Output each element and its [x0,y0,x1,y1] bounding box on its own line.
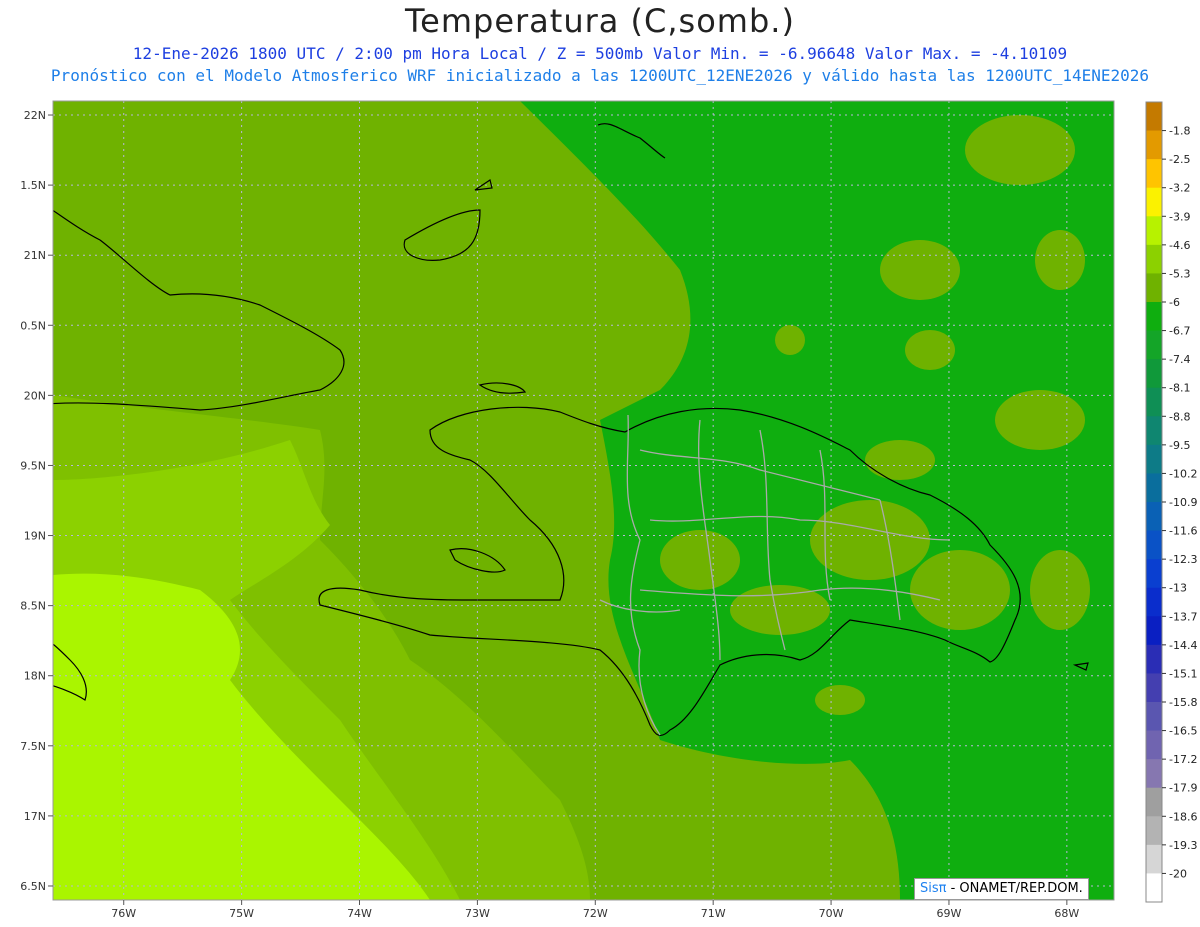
warm-patch [815,685,865,715]
lon-label: 75W [229,907,254,920]
colorbar-swatch [1146,416,1162,446]
warm-patch [965,115,1075,185]
latitude-labels: 22N 1.5N 21N 0.5N 20N 9.5N 19N 8.5N 18N 7.5N 17N 6.… [20,109,53,893]
lat-label: 20N [24,389,46,402]
colorbar-label: -7.4 [1169,353,1190,366]
colorbar-swatch [1146,444,1162,474]
colorbar-label: -10.2 [1169,467,1197,480]
colorbar-swatch [1146,244,1162,274]
lat-label: 9.5N [20,459,46,472]
colorbar-swatch [1146,530,1162,560]
colorbar-label: -6 [1169,296,1180,309]
colorbar-label: -5.3 [1169,267,1190,280]
warm-patch [910,550,1010,630]
lat-label: 22N [24,109,46,122]
colorbar: -1.8 -2.5 -3.2 -3.9 -4.6 -5.3 -6 -6.7 -7.4 -8.1 -8… [1145,101,1197,903]
colorbar-label: -6.7 [1169,325,1190,338]
colorbar-label: -1.8 [1169,125,1190,138]
warm-patch [1030,550,1090,630]
colorbar-swatch [1146,644,1162,674]
colorbar-label: -17.9 [1169,782,1197,795]
colorbar-swatch [1146,730,1162,760]
warm-patch [865,440,935,480]
warm-patch [1035,230,1085,290]
colorbar-swatch [1146,473,1162,503]
colorbar-swatch [1146,616,1162,646]
lon-label: 73W [465,907,490,920]
colorbar-swatch [1146,787,1162,817]
colorbar-swatch [1146,673,1162,703]
lon-label: 74W [347,907,372,920]
colorbar-label: -10.9 [1169,496,1197,509]
colorbar-swatch [1146,387,1162,417]
colorbar-swatch [1146,587,1162,617]
temperature-map: 22N 1.5N 21N 0.5N 20N 9.5N 19N 8.5N 18N 7.5N 17N 6.… [20,100,1197,920]
lat-label: 7.5N [20,740,46,753]
colorbar-label: -18.6 [1169,810,1197,823]
credit-box: Sisπ - ONAMET/REP.DOM. [914,878,1089,900]
colorbar-swatch [1146,159,1162,189]
colorbar-label: -4.6 [1169,239,1190,252]
warm-patch [810,500,930,580]
credit-text: - ONAMET/REP.DOM. [946,881,1083,896]
colorbar-label: -9.5 [1169,439,1190,452]
warm-patch [995,390,1085,450]
lat-label: 8.5N [20,600,46,613]
colorbar-label: -3.9 [1169,210,1190,223]
lat-label: 1.5N [20,179,46,192]
colorbar-label: -8.1 [1169,382,1190,395]
lat-label: 6.5N [20,880,46,893]
colorbar-swatch [1146,302,1162,332]
colorbar-swatch [1146,873,1162,903]
colorbar-swatch [1146,330,1162,360]
colorbar-swatch [1146,187,1162,217]
lat-label: 17N [24,810,46,823]
lat-label: 0.5N [20,319,46,332]
colorbar-swatch [1146,844,1162,874]
colorbar-label: -17.2 [1169,753,1197,766]
colorbar-swatch [1146,559,1162,589]
colorbar-label: -2.5 [1169,153,1190,166]
longitude-labels: 76W 75W 74W 73W 72W 71W 70W 69W 68W [111,900,1079,920]
colorbar-label: -3.2 [1169,182,1190,195]
colorbar-label: -16.5 [1169,725,1197,738]
lat-label: 21N [24,249,46,262]
colorbar-label: -11.6 [1169,525,1197,538]
colorbar-swatch [1146,102,1162,132]
colorbar-label: -13.7 [1169,610,1197,623]
colorbar-swatch [1146,130,1162,160]
colorbar-swatch [1146,759,1162,789]
lat-label: 19N [24,530,46,543]
warm-patch [905,330,955,370]
colorbar-label: -14.4 [1169,639,1197,652]
colorbar-swatch [1146,816,1162,846]
lon-label: 68W [1054,907,1079,920]
colorbar-label: -8.8 [1169,410,1190,423]
colorbar-label: -13 [1169,582,1187,595]
lon-label: 69W [937,907,962,920]
sispi-logo: Sisπ [920,881,947,896]
colorbar-label: -15.1 [1169,667,1197,680]
colorbar-swatch [1146,502,1162,532]
colorbar-swatch [1146,702,1162,732]
warm-patch [880,240,960,300]
lon-label: 70W [819,907,844,920]
colorbar-label: -20 [1169,867,1187,880]
temperature-field [53,101,1114,900]
colorbar-label: -15.8 [1169,696,1197,709]
lon-label: 76W [111,907,136,920]
colorbar-swatch [1146,273,1162,303]
lat-label: 18N [24,670,46,683]
colorbar-swatch [1146,359,1162,389]
warm-patch [660,530,740,590]
colorbar-label: -12.3 [1169,553,1197,566]
colorbar-swatch [1146,216,1162,246]
warm-patch [775,325,805,355]
lon-label: 72W [583,907,608,920]
lon-label: 71W [701,907,726,920]
colorbar-label: -19.3 [1169,839,1197,852]
